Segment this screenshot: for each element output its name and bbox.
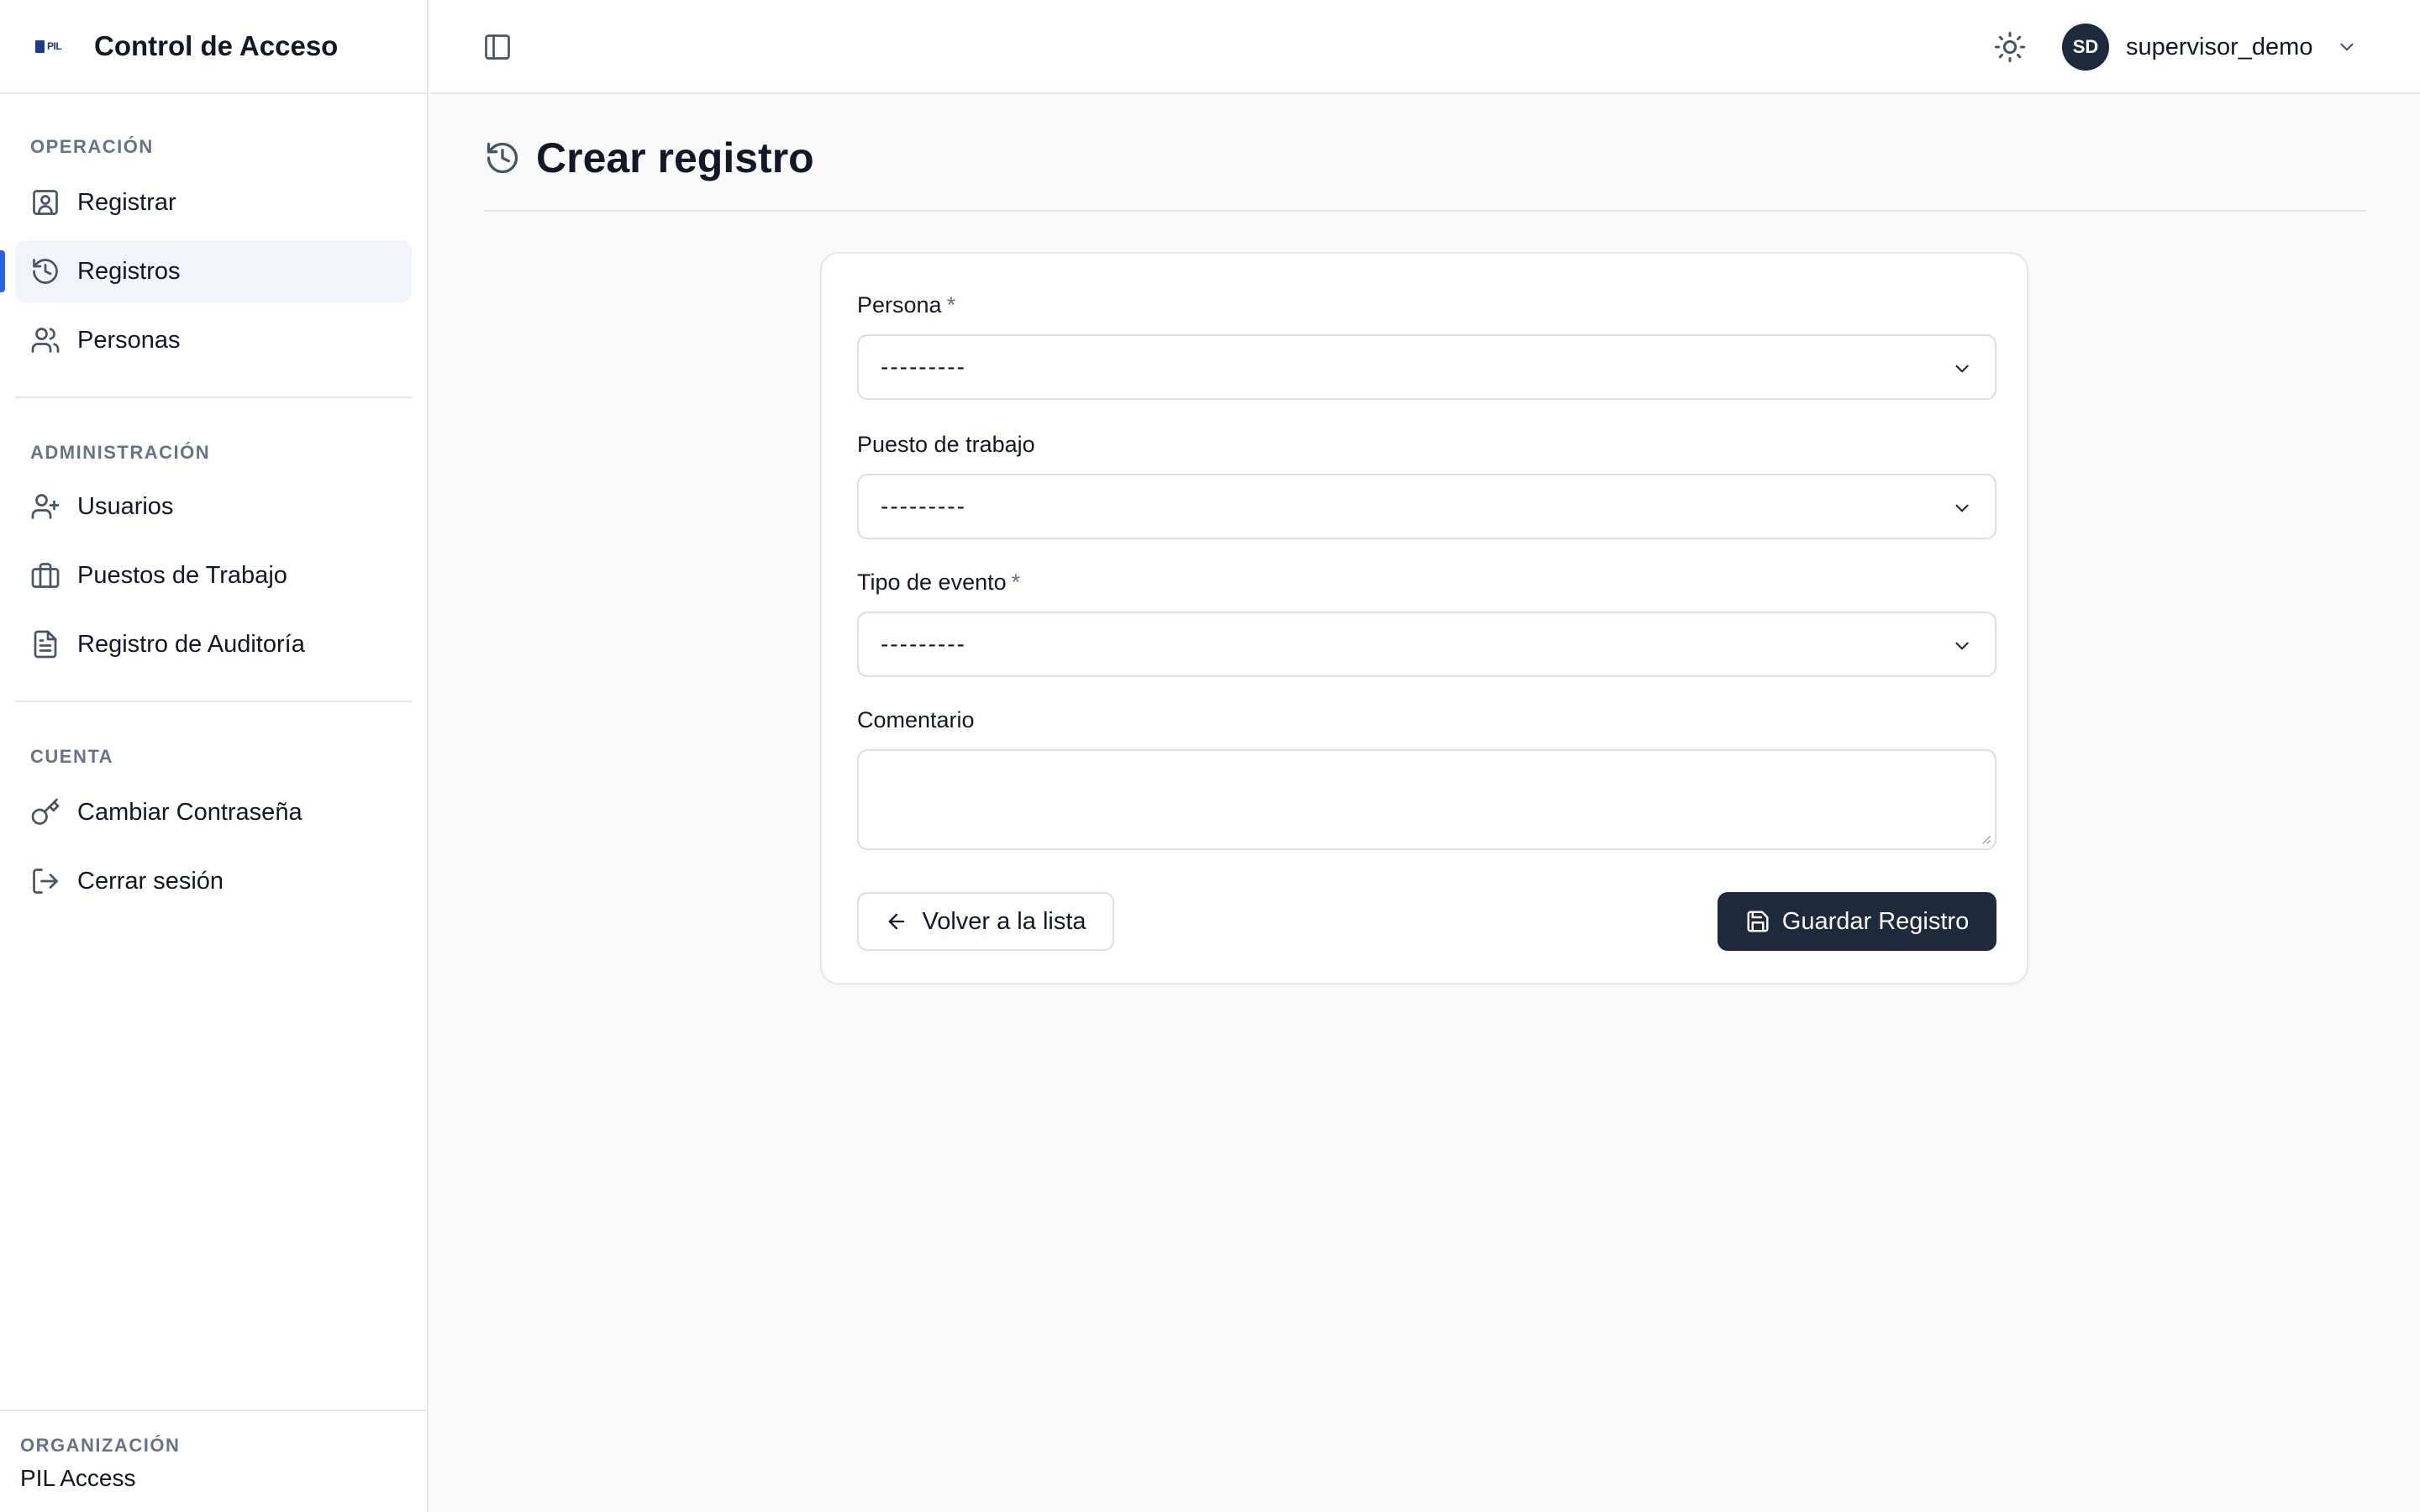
resize-handle-icon[interactable] [1978,832,1991,845]
nav-section-administracion: ADMINISTRACIÓN Usuarios Puestos de Traba… [0,442,427,675]
puesto-label: Puesto de trabajo [857,432,1035,458]
sidebar-item-puestos[interactable]: Puestos de Trabajo [15,544,412,606]
persona-label: Persona * [857,292,955,318]
user-menu[interactable]: SD supervisor_demo [2062,24,2358,71]
persona-select-value: --------- [881,354,966,380]
comentario-label-text: Comentario [857,707,975,732]
organization-label: ORGANIZACIÓN [20,1435,181,1456]
sidebar-item-label: Registrar [77,188,176,216]
tipo-evento-select[interactable]: --------- [857,612,1996,677]
app-title: Control de Acceso [94,30,339,61]
briefcase-icon [30,560,60,591]
sidebar-item-personas[interactable]: Personas [15,309,412,371]
back-button-label: Volver a la lista [922,907,1086,935]
persona-select[interactable]: --------- [857,334,1996,400]
panel-left-icon [482,32,513,62]
sidebar-item-label: Registros [77,257,181,285]
theme-toggle-button[interactable] [1993,30,2027,64]
sidebar-item-label: Puestos de Trabajo [77,561,287,589]
sidebar-item-registrar[interactable]: Registrar [15,171,412,234]
required-mark: * [946,292,956,318]
puesto-label-text: Puesto de trabajo [857,432,1035,457]
nav-section-cuenta: CUENTA Cambiar Contraseña Cerrar sesión [0,746,427,912]
key-icon [30,797,60,827]
users-icon [30,325,60,355]
logout-icon [30,866,60,896]
tipo-evento-select-value: --------- [881,631,966,657]
sidebar-item-auditoria[interactable]: Registro de Auditoría [15,613,412,675]
nav-divider [15,701,412,702]
sidebar-item-label: Cerrar sesión [77,867,224,895]
brand-logo: PIL [35,37,69,55]
save-button-label: Guardar Registro [1781,907,1970,935]
organization-footer: ORGANIZACIÓN PIL Access [0,1410,427,1512]
nav-divider [15,396,412,398]
chevron-down-icon [1951,497,1973,519]
page-header: Crear registro [484,126,2366,212]
brand: PIL Control de Acceso [0,0,427,94]
nav-section-operacion: OPERACIÓN Registrar Registros Personas [0,136,427,371]
chevron-down-icon [2336,36,2358,58]
puesto-select[interactable]: --------- [857,474,1996,539]
organization-name: PIL Access [20,1465,136,1491]
chevron-down-icon [1951,635,1973,657]
sidebar-toggle-button[interactable] [482,32,513,62]
comentario-textarea[interactable] [857,749,1996,850]
section-label-administracion: ADMINISTRACIÓN [30,442,211,463]
create-record-form: Persona * --------- Puesto de trabajo ---… [820,252,2028,984]
sun-icon [1993,30,2027,64]
history-icon [30,256,60,286]
sidebar-item-label: Cambiar Contraseña [77,798,302,826]
chevron-down-icon [1951,358,1973,380]
avatar: SD [2062,24,2109,71]
back-to-list-button[interactable]: Volver a la lista [857,892,1114,951]
sidebar-item-label: Usuarios [77,492,174,520]
contact-icon [30,187,60,218]
sidebar: PIL Control de Acceso OPERACIÓN Registra… [0,0,429,1512]
page-title: Crear registro [536,134,814,181]
tipo-evento-label-text: Tipo de evento [857,570,1007,595]
sidebar-item-cerrar-sesion[interactable]: Cerrar sesión [15,850,412,912]
sidebar-item-label: Registro de Auditoría [77,630,305,658]
required-mark: * [1011,570,1021,595]
tipo-evento-label: Tipo de evento * [857,570,1020,596]
persona-label-text: Persona [857,292,942,318]
topbar: SD supervisor_demo [430,0,2420,94]
sidebar-item-cambiar-contrasena[interactable]: Cambiar Contraseña [15,781,412,843]
user-plus-icon [30,491,60,522]
history-icon [484,139,521,176]
sidebar-item-label: Personas [77,326,181,354]
sidebar-item-usuarios[interactable]: Usuarios [15,475,412,538]
section-label-cuenta: CUENTA [30,746,114,767]
user-name: supervisor_demo [2126,33,2313,60]
file-text-icon [30,629,60,659]
save-icon [1745,909,1770,934]
arrow-left-icon [885,910,908,933]
save-record-button[interactable]: Guardar Registro [1718,892,1996,951]
sidebar-item-registros[interactable]: Registros [0,240,412,302]
puesto-select-value: --------- [881,493,966,519]
section-label-operacion: OPERACIÓN [30,136,154,157]
comentario-label: Comentario [857,707,975,733]
